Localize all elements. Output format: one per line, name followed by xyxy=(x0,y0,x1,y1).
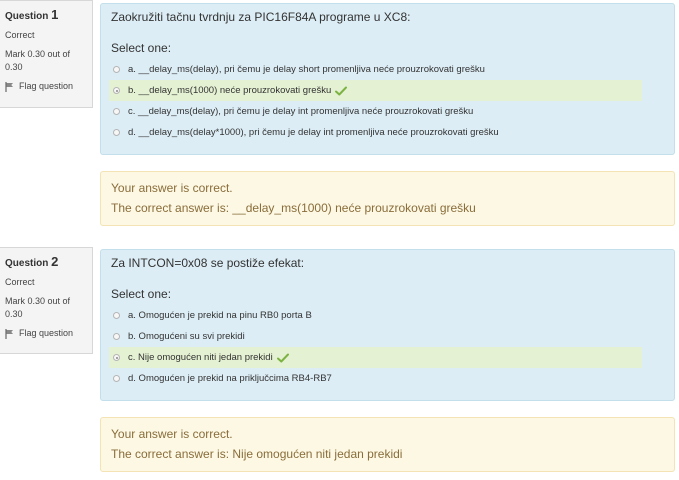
question-2-flag-button[interactable]: Flag question xyxy=(5,327,92,340)
question-1-state: Correct xyxy=(5,30,35,40)
right-answer-text: The correct answer is: Nije omogućen nit… xyxy=(111,447,403,461)
question-1-prompt: Select one: xyxy=(111,41,172,55)
question-1-answer-c[interactable]: c. __delay_ms(delay), pri čemu je delay … xyxy=(109,101,642,122)
flag-icon xyxy=(5,328,13,339)
question-2-answer-a[interactable]: a. Omogućen je prekid na pinu RB0 porta … xyxy=(109,305,642,326)
question-2-state: Correct xyxy=(5,277,35,287)
question-1-answer-d[interactable]: d. __delay_ms(delay*1000), pri čemu je d… xyxy=(109,122,642,143)
question-2-info: Question 2 Correct Mark 0.30 out of 0.30… xyxy=(0,247,93,354)
radio-button[interactable] xyxy=(113,87,120,94)
question-2-outcome: Your answer is correct. The correct answ… xyxy=(100,417,675,472)
radio-button[interactable] xyxy=(113,354,120,361)
question-2-grade: Mark 0.30 out of 0.30 xyxy=(5,296,71,319)
question-1-answer-a[interactable]: a. __delay_ms(delay), pri čemu je delay … xyxy=(109,59,642,80)
question-1-formulation: Zaokružiti tačnu tvrdnju za PIC16F84A pr… xyxy=(100,3,675,155)
question-1-outcome: Your answer is correct. The correct answ… xyxy=(100,171,675,226)
question-1-info: Question 1 Correct Mark 0.30 out of 0.30… xyxy=(0,0,93,108)
radio-button[interactable] xyxy=(113,108,120,115)
feedback-text: Your answer is correct. xyxy=(111,427,233,441)
answer-label: a. Omogućen je prekid na pinu RB0 porta … xyxy=(128,310,312,321)
question-2-formulation: Za INTCON=0x08 se postiže efekat: Select… xyxy=(100,249,675,401)
question-2-text: Za INTCON=0x08 se postiže efekat: xyxy=(111,256,305,270)
answer-label: b. __delay_ms(1000) neće prouzrokovati g… xyxy=(128,85,332,96)
question-1-answer-b[interactable]: b. __delay_ms(1000) neće prouzrokovati g… xyxy=(109,80,642,101)
answer-label: a. __delay_ms(delay), pri čemu je delay … xyxy=(128,64,485,75)
answer-label: c. Nije omogućen niti jedan prekidi xyxy=(128,352,273,363)
checkmark-icon xyxy=(335,86,348,95)
radio-button[interactable] xyxy=(113,66,120,73)
radio-button[interactable] xyxy=(113,333,120,340)
radio-button[interactable] xyxy=(113,129,120,136)
flag-icon xyxy=(5,81,13,92)
question-2-answer-c[interactable]: c. Nije omogućen niti jedan prekidi xyxy=(109,347,642,368)
question-1-text: Zaokružiti tačnu tvrdnju za PIC16F84A pr… xyxy=(111,10,411,24)
question-1-grade: Mark 0.30 out of 0.30 xyxy=(5,49,71,72)
flag-label: Flag question xyxy=(19,328,74,338)
question-2-prompt: Select one: xyxy=(111,287,172,301)
radio-button[interactable] xyxy=(113,375,120,382)
answer-label: d. Omogućen je prekid na priključcima RB… xyxy=(128,373,332,384)
flag-label: Flag question xyxy=(19,81,74,91)
question-2-number: Question 2 xyxy=(5,254,59,269)
question-2-answer-d[interactable]: d. Omogućen je prekid na priključcima RB… xyxy=(109,368,642,389)
answer-label: d. __delay_ms(delay*1000), pri čemu je d… xyxy=(128,127,499,138)
question-1-number: Question 1 xyxy=(5,7,59,22)
question-2-answer-b[interactable]: b. Omogućeni su svi prekidi xyxy=(109,326,642,347)
feedback-text: Your answer is correct. xyxy=(111,181,233,195)
answer-label: b. Omogućeni su svi prekidi xyxy=(128,331,245,342)
radio-button[interactable] xyxy=(113,312,120,319)
question-1-flag-button[interactable]: Flag question xyxy=(5,80,92,93)
checkmark-icon xyxy=(276,353,289,362)
right-answer-text: The correct answer is: __delay_ms(1000) … xyxy=(111,201,476,215)
answer-label: c. __delay_ms(delay), pri čemu je delay … xyxy=(128,106,474,117)
